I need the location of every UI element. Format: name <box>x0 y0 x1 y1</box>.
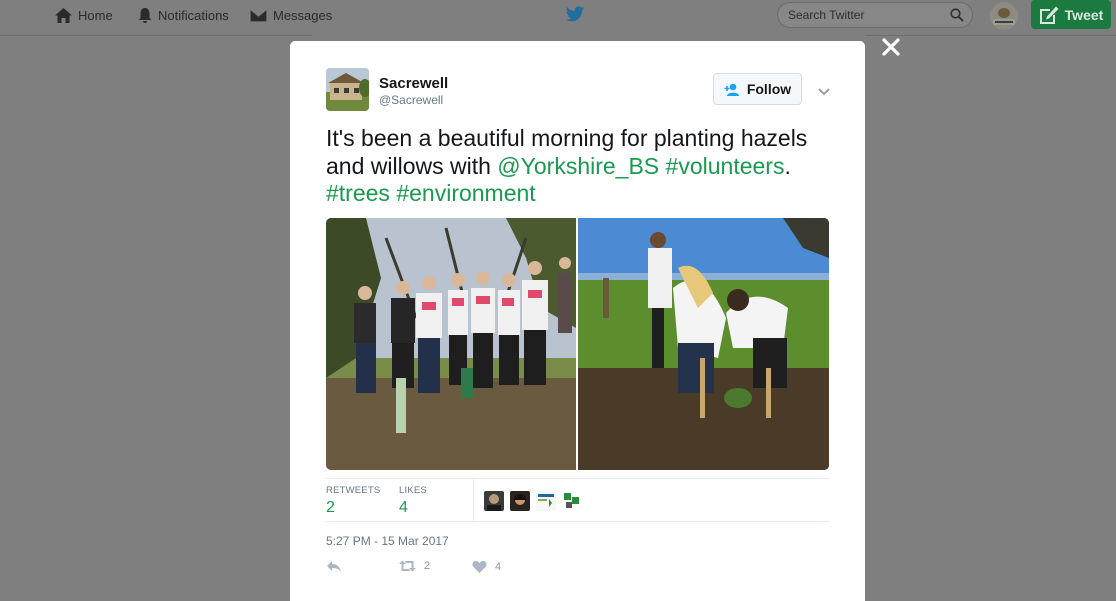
photo-planting-trees[interactable] <box>578 218 829 470</box>
nav-notifications-label: Notifications <box>158 7 229 23</box>
hashtag-environment-link[interactable]: #environment <box>396 180 535 206</box>
liker-avatar-4[interactable] <box>562 491 582 511</box>
hashtag-trees-link[interactable]: #trees <box>326 180 390 206</box>
tweet-permalink-modal: Sacrewell @Sacrewell Follow It's been a … <box>290 41 865 601</box>
likes-count[interactable]: 4 <box>399 499 408 517</box>
photo-planting-trees-image <box>578 218 829 470</box>
author-handle[interactable]: @Sacrewell <box>379 93 443 107</box>
notifications-icon <box>138 7 152 23</box>
hashtag-volunteers-link[interactable]: #volunteers <box>666 153 785 179</box>
profile-avatar[interactable] <box>326 68 369 111</box>
compose-tweet-button[interactable]: Tweet <box>1031 0 1111 29</box>
tweet-actions: 2 4 <box>326 560 626 580</box>
liker-avatar-1[interactable] <box>484 491 504 511</box>
retweets-count[interactable]: 2 <box>326 499 335 517</box>
retweet-count: 2 <box>424 560 431 572</box>
reply-button[interactable] <box>326 560 342 573</box>
nav-messages-label: Messages <box>273 7 333 23</box>
chevron-down-icon <box>818 88 830 96</box>
tweet-timestamp[interactable]: 5:27 PM - 15 Mar 2017 <box>326 534 449 548</box>
follow-button[interactable]: Follow <box>713 73 802 105</box>
user-avatar[interactable] <box>990 2 1018 30</box>
liker-avatar-3[interactable] <box>536 491 556 511</box>
author-display-name[interactable]: Sacrewell <box>379 75 448 92</box>
stats-separator <box>473 479 474 521</box>
more-options-button[interactable] <box>818 83 830 101</box>
follow-person-icon <box>724 83 739 96</box>
reply-icon <box>327 561 341 572</box>
liker-avatar-2[interactable] <box>510 491 530 511</box>
twitter-bird-icon <box>565 6 585 22</box>
nav-home-label: Home <box>78 7 113 23</box>
tweet-text-line2: and willows with <box>326 152 498 179</box>
retweets-label: RETWEETS <box>326 485 381 496</box>
follow-button-label: Follow <box>746 81 792 97</box>
retweet-button[interactable]: 2 <box>399 560 430 572</box>
liker-avatar-1-image <box>484 491 504 511</box>
compose-icon <box>1039 6 1059 24</box>
photo-group-volunteers-image <box>326 218 576 470</box>
tweet-stats: RETWEETS 2 LIKES 4 <box>326 479 829 523</box>
tweet-text: It's been a beautiful morning for planti… <box>326 125 836 208</box>
retweet-icon <box>399 560 416 572</box>
messages-icon <box>249 7 268 23</box>
nav-home[interactable]: Home <box>54 0 113 30</box>
home-icon <box>55 7 72 23</box>
close-icon <box>882 38 900 56</box>
like-button[interactable]: 4 <box>472 560 501 573</box>
search-input[interactable] <box>788 7 938 23</box>
mention-link[interactable]: @Yorkshire_BS <box>497 153 659 179</box>
like-icon <box>472 561 487 573</box>
close-modal-button[interactable] <box>880 38 902 60</box>
stats-divider-bottom <box>326 521 829 522</box>
search-box[interactable] <box>777 2 973 28</box>
liker-avatar-2-image <box>510 491 530 511</box>
liker-avatar-3-image <box>536 491 556 511</box>
user-avatar-image <box>990 2 1018 30</box>
tweet-media <box>326 218 829 470</box>
compose-tweet-label: Tweet <box>1064 6 1104 23</box>
twitter-home-logo[interactable] <box>565 6 585 28</box>
search-icon[interactable] <box>950 8 964 22</box>
like-count: 4 <box>495 560 502 573</box>
liker-avatar-4-image <box>562 491 582 511</box>
profile-avatar-image <box>326 68 369 111</box>
tweet-text-period: . <box>784 152 791 179</box>
top-nav-bar: Home Notifications Messages Search Twitt… <box>0 0 1116 36</box>
photo-group-volunteers[interactable] <box>326 218 576 470</box>
tweet-text-line1: It's been a beautiful morning for planti… <box>326 125 808 151</box>
nav-notifications[interactable]: Notifications <box>137 0 229 30</box>
nav-messages[interactable]: Messages <box>249 0 332 30</box>
likes-label: LIKES <box>399 485 427 496</box>
